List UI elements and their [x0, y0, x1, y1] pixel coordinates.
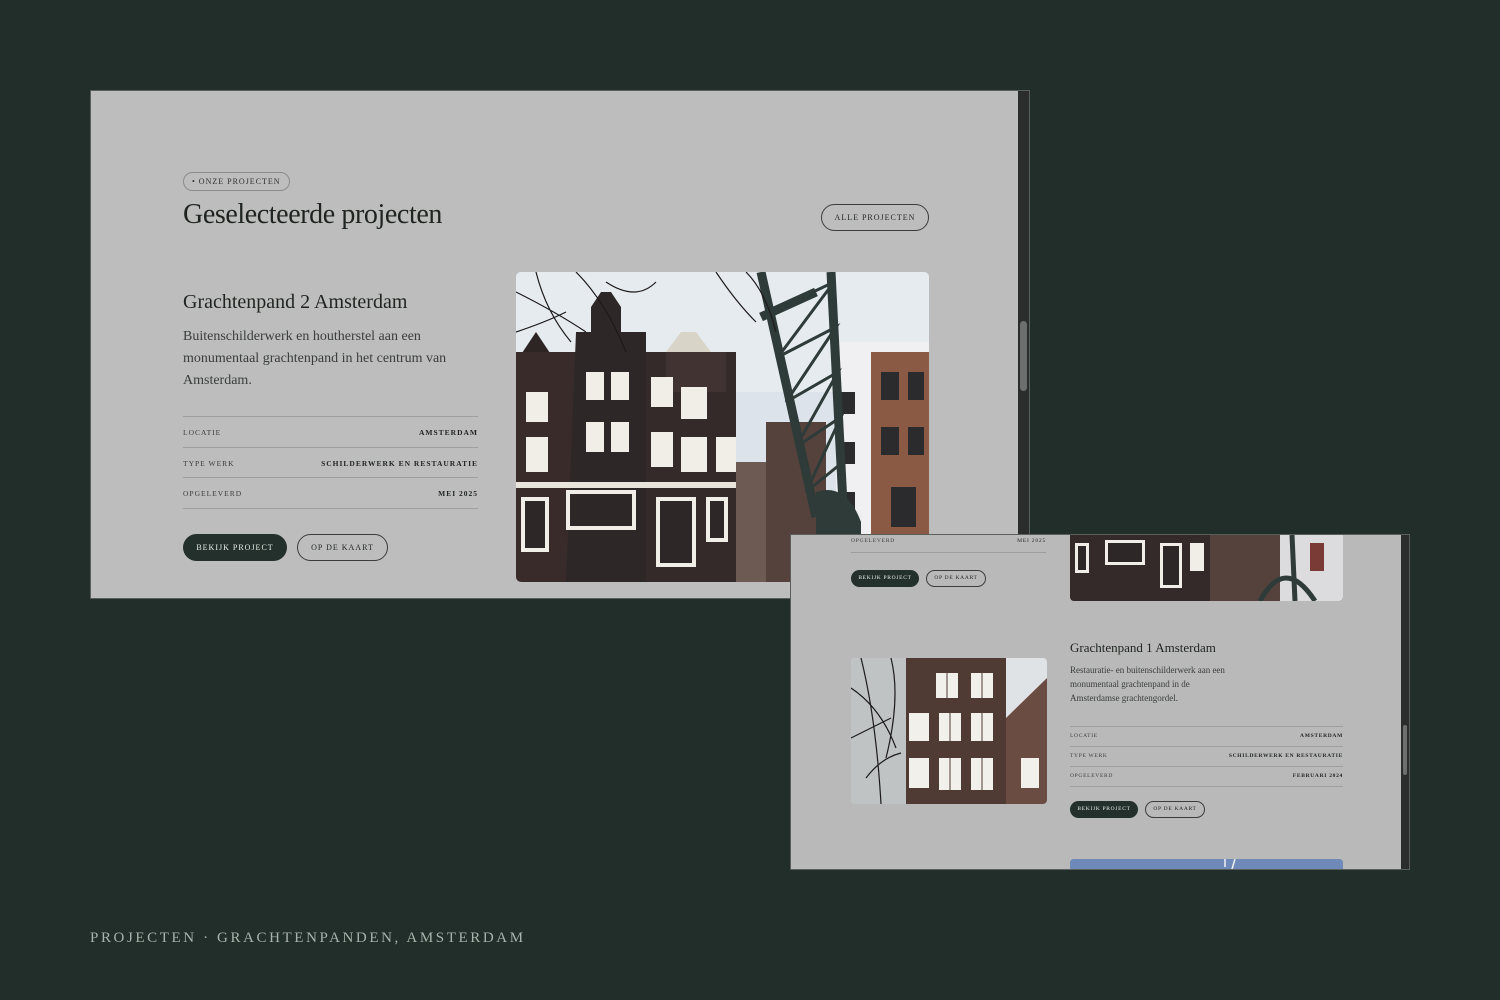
view-project-button[interactable]: BEKIJK PROJECT	[851, 570, 919, 587]
view-project-button[interactable]: BEKIJK PROJECT	[1070, 801, 1138, 818]
section-badge: • ONZE PROJECTEN	[183, 172, 290, 191]
spec-row-delivered: OPGELEVERD FEBRUARI 2024	[1070, 766, 1343, 786]
project-photo-brick-house[interactable]	[851, 658, 1047, 804]
spec-divider	[183, 508, 478, 509]
scrollbar[interactable]	[1018, 91, 1029, 598]
spec-value: MEI 2025	[1017, 538, 1046, 544]
spec-label: OPGELEVERD	[183, 489, 243, 498]
spec-divider	[1070, 786, 1343, 787]
footer-caption: PROJECTEN · GRACHTENPANDEN, AMSTERDAM	[90, 930, 526, 946]
project-title: Grachtenpand 1 Amsterdam	[1070, 640, 1216, 655]
browser-window-main: • ONZE PROJECTEN Geselecteerde projecten…	[90, 90, 1030, 599]
spec-label: OPGELEVERD	[1070, 773, 1114, 779]
spec-label: LOCATIE	[1070, 733, 1098, 739]
spec-label: LOCATIE	[183, 428, 222, 437]
spec-value: SCHILDERWERK EN RESTAURATIE	[321, 459, 478, 468]
project-description: Buitenschilderwerk en houtherstel aan ee…	[183, 329, 447, 388]
section-heading: Geselecteerde projecten	[183, 199, 442, 230]
on-map-button[interactable]: OP DE KAART	[1145, 801, 1205, 818]
spec-value: AMSTERDAM	[419, 428, 478, 437]
spec-row-worktype: TYPE WERK SCHILDERWERK EN RESTAURATIE	[183, 447, 478, 478]
scrollbar[interactable]	[1401, 535, 1409, 869]
project-title: Grachtenpand 2 Amsterdam	[183, 291, 408, 313]
spec-row-delivered-partial: OPGELEVERD MEI 2025	[851, 535, 1046, 553]
view-project-button[interactable]: BEKIJK PROJECT	[183, 534, 287, 561]
scrollbar-thumb[interactable]	[1020, 321, 1027, 391]
all-projects-button[interactable]: ALLE PROJECTEN	[821, 204, 929, 231]
spec-label: TYPE WERK	[183, 459, 235, 468]
on-map-button[interactable]: OP DE KAART	[297, 534, 388, 561]
project-photo-next-partial[interactable]	[1070, 859, 1343, 869]
spec-label: TYPE WERK	[1070, 753, 1108, 759]
spec-row-location: LOCATIE AMSTERDAM	[183, 416, 478, 447]
spec-value: FEBRUARI 2024	[1292, 773, 1343, 779]
spec-row-delivered: OPGELEVERD MEI 2025	[183, 477, 478, 508]
spec-label: OPGELEVERD	[851, 538, 896, 544]
spec-value: AMSTERDAM	[1300, 733, 1343, 739]
scrollbar-thumb[interactable]	[1403, 725, 1407, 775]
project-description: Restauratie- en buitenschilderwerk aan e…	[1070, 665, 1225, 703]
spec-row-worktype: TYPE WERK SCHILDERWERK EN RESTAURATIE	[1070, 746, 1343, 766]
project-photo-canal-houses-cropped[interactable]	[1070, 535, 1343, 601]
on-map-button[interactable]: OP DE KAART	[926, 570, 986, 587]
spec-value: SCHILDERWERK EN RESTAURATIE	[1228, 753, 1343, 759]
spec-value: MEI 2025	[438, 489, 478, 498]
spec-row-location: LOCATIE AMSTERDAM	[1070, 726, 1343, 746]
browser-window-secondary: OPGELEVERD MEI 2025 BEKIJK PROJECT OP DE…	[790, 534, 1410, 870]
